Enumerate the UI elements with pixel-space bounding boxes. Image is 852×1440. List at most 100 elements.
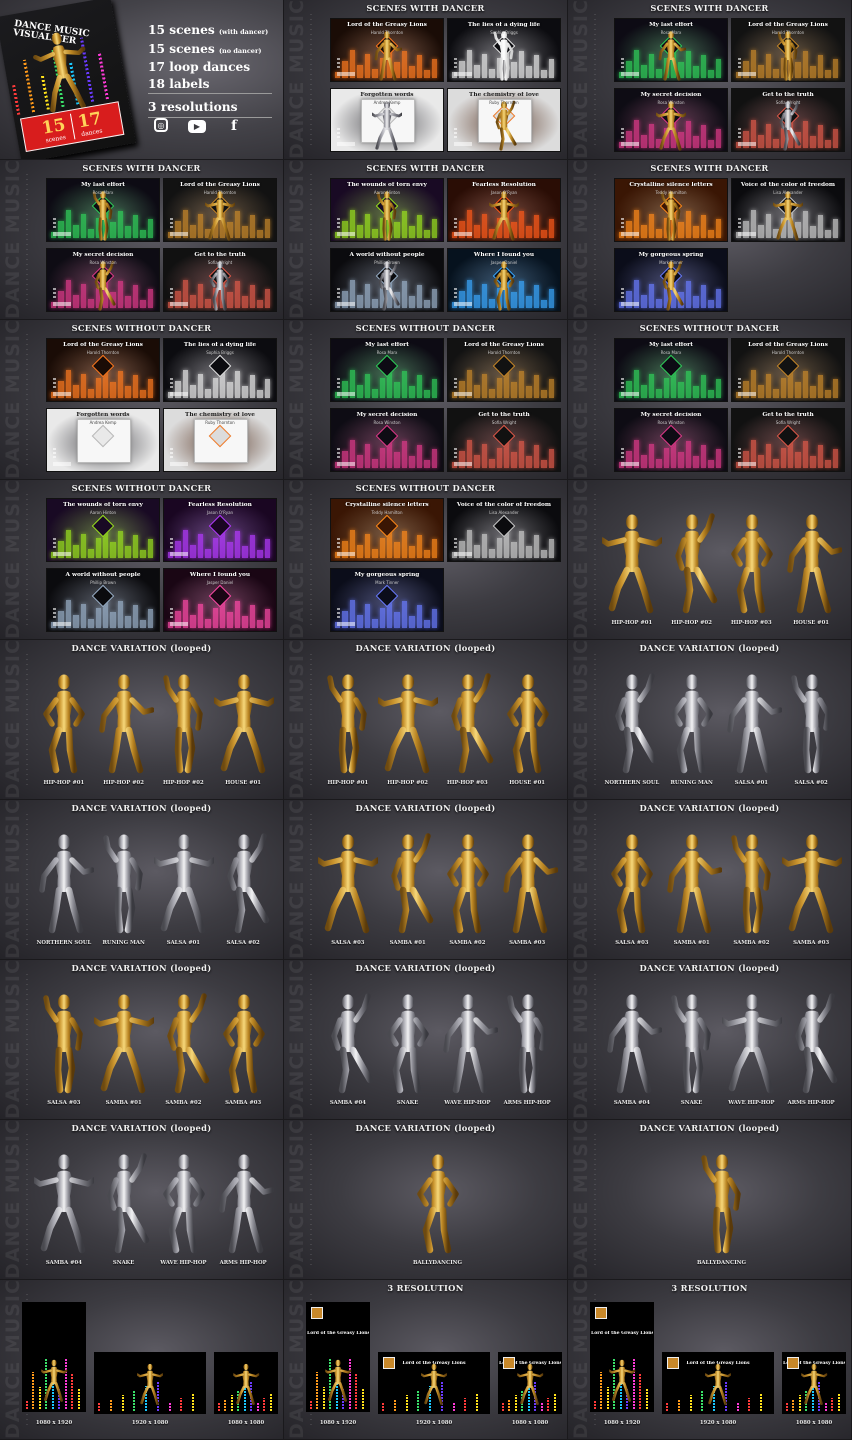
scene-thumbnail[interactable]: Voice of the color of freedom Lisa Alexan… <box>447 498 561 562</box>
grid-cell: DANCE MUSIC VISUALIZER DANCE VARIATION (l… <box>0 960 284 1120</box>
dance-labels: SALSA #03 SAMBA #01 SAMBA #02 SAMBA #03 <box>318 940 557 946</box>
visualizer-bar <box>140 620 146 628</box>
channel-logo <box>170 622 188 626</box>
visualizer-bar <box>431 609 437 628</box>
channel-logo <box>53 232 71 236</box>
visualizer-bar <box>71 1374 74 1409</box>
dancer-figure <box>791 674 831 774</box>
dancer-figure <box>331 993 374 1094</box>
scene-thumbnail[interactable]: Forgotten words Andrea Kemp <box>330 88 444 152</box>
dancer-slot <box>318 830 378 934</box>
side-ruler <box>594 1134 596 1266</box>
youtube-icon[interactable]: ▶ <box>188 120 206 133</box>
scene-thumbnail[interactable]: Fearless Resolution Jason O'Ryan <box>447 178 561 242</box>
visualizer-bar <box>700 375 707 398</box>
resolution-label: 1080 x 1920 <box>35 1420 73 1426</box>
scene-thumbnail[interactable]: My last effort Rosa Marx <box>330 338 444 402</box>
visualizer-bar <box>372 549 378 558</box>
scene-thumbnail[interactable]: My gorgeous spring Mark Tinner <box>330 568 444 632</box>
resolution-label: 1080 x 1080 <box>795 1420 833 1426</box>
scene-thumbnail[interactable]: My secret decision Rosa Winston <box>614 88 728 152</box>
visualizer-bar <box>780 378 786 398</box>
scene-thumbnail[interactable]: Lord of the Greasy Lions Harold Thornton <box>330 18 444 82</box>
dancer-figure <box>787 514 842 614</box>
scene-thumbnail[interactable]: A world without people Phillip Brown <box>330 248 444 312</box>
visualizer-bar <box>117 531 124 558</box>
scene-thumbnail[interactable]: The chemistry of love Ruby Thornton <box>163 408 277 472</box>
visualizer-bar <box>416 535 423 558</box>
scene-thumbnail[interactable]: The wounds of torn envy Aaron Hinton <box>330 178 444 242</box>
dance-label: BALLYDANCING <box>412 1260 463 1266</box>
scene-thumbnail[interactable]: My last effort Rosa Marx <box>614 338 728 402</box>
scene-thumbnail[interactable]: Crystalline silence letters Teddy Hamilto… <box>614 178 728 242</box>
dancer-figure <box>391 833 434 934</box>
social-icons <box>337 608 340 618</box>
scene-thumbnail[interactable]: My gorgeous spring Mark Tinner <box>614 248 728 312</box>
visualizer-bar <box>197 284 204 308</box>
scene-thumbnail[interactable]: My secret decision Rosa Winston <box>614 408 728 472</box>
visualizer-bar <box>73 545 79 558</box>
scene-thumbnail[interactable]: Forgotten words Andrea Kemp <box>46 408 160 472</box>
scene-thumbnail[interactable]: A world without people Phillip Brown <box>46 568 160 632</box>
scene-thumbnail[interactable]: Get to the truth Sofia Wright <box>731 408 845 472</box>
visualizer-bar <box>518 281 525 308</box>
visualizer-bar <box>147 289 153 308</box>
scene-thumbnail[interactable]: My secret decision Rosa Winston <box>330 408 444 472</box>
visualizer-bar <box>80 534 87 558</box>
scene-thumbnail[interactable]: My last effort Rosa Marx <box>614 18 728 82</box>
scene-thumbnail[interactable]: Get to the truth Sofia Wright <box>447 408 561 472</box>
social-icons <box>621 378 624 388</box>
scene-thumbnail[interactable]: My last effort Rosa Marx <box>46 178 160 242</box>
scene-title: My secret decision <box>640 412 702 418</box>
instagram-icon[interactable]: ◎ <box>154 118 168 132</box>
scene-thumbnail[interactable]: Lord of the Greasy Lions Harold Thornton <box>731 18 845 82</box>
channel-logo <box>454 302 472 306</box>
scene-thumbnail[interactable]: Lord of the Greasy Lions Harold Thornton <box>447 338 561 402</box>
visualizer-bar <box>364 54 371 78</box>
scene-dancer <box>773 99 803 151</box>
visualizer-bar <box>666 1403 668 1411</box>
dance-label: NORTHERN SOUL <box>36 940 92 946</box>
scene-thumbnail[interactable]: Where I found you Jasper Daniel <box>163 568 277 632</box>
visualizer-bar <box>648 374 655 398</box>
visualizer-bar <box>708 460 714 468</box>
scene-thumbnail[interactable]: Crystalline silence letters Teddy Hamilto… <box>330 498 444 562</box>
scene-thumbnail[interactable]: Get to the truth Sofia Wright <box>163 248 277 312</box>
side-ruler <box>594 654 596 786</box>
dance-label: WAVE HIP-HOP <box>444 1100 491 1106</box>
scene-thumbnail[interactable]: My secret decision Rosa Winston <box>46 248 160 312</box>
preview-dancer <box>608 1357 636 1407</box>
visualizer-bar <box>431 59 437 78</box>
scene-thumbnail[interactable]: Get to the truth Sofia Wright <box>731 88 845 152</box>
album-art <box>375 354 399 378</box>
scene-thumbnail[interactable]: Voice of the color of freedom Lisa Alexan… <box>731 178 845 242</box>
social-icons <box>337 128 340 138</box>
scene-thumbnail[interactable]: The lies of a dying life Sophia Briggs <box>163 338 277 402</box>
scene-thumbnail[interactable]: Lord of the Greasy Lions Harold Thornton <box>46 338 160 402</box>
facebook-icon[interactable]: f <box>226 118 242 134</box>
channel-logo <box>337 302 355 306</box>
visualizer-bar <box>700 215 707 238</box>
watermark-text: DANCE MUSIC VISUALIZER <box>570 1120 592 1279</box>
channel-logo <box>337 142 355 146</box>
album-art <box>208 584 232 608</box>
scene-title: Lord of the Greasy Lions <box>464 342 544 348</box>
visualizer-bar <box>263 1398 266 1411</box>
scene-thumbnail[interactable]: The wounds of torn envy Aaron Hinton <box>46 498 160 562</box>
visualizer-bar <box>401 371 408 398</box>
scene-thumbnail[interactable]: Lord of the Greasy Lions Harold Thornton <box>731 338 845 402</box>
visualizer-bar <box>502 1403 504 1411</box>
scene-thumbnails: Lord of the Greasy Lions Harold Thornton T… <box>330 18 561 154</box>
dance-label: HOUSE #01 <box>509 780 545 786</box>
scene-artist: Lisa Alexander <box>773 190 803 195</box>
scene-thumbnail[interactable]: Fearless Resolution Jason O'Ryan <box>163 498 277 562</box>
channel-logo <box>621 72 639 76</box>
scene-thumbnail[interactable]: The lies of a dying life Sophia Briggs <box>447 18 561 82</box>
dancer-figure <box>374 31 403 81</box>
scene-thumbnail[interactable]: Where I found you Jasper Daniel <box>447 248 561 312</box>
scene-artist: Rosa Marx <box>660 350 682 355</box>
scene-thumbnail[interactable]: Lord of the Greasy Lions Harold Thornton <box>163 178 277 242</box>
scene-thumbnail[interactable]: The chemistry of love Ruby Thornton <box>447 88 561 152</box>
visualizer-bar <box>197 604 204 628</box>
dance-labels: SALSA #03 SAMBA #01 SAMBA #02 SAMBA #03 <box>34 1100 273 1106</box>
